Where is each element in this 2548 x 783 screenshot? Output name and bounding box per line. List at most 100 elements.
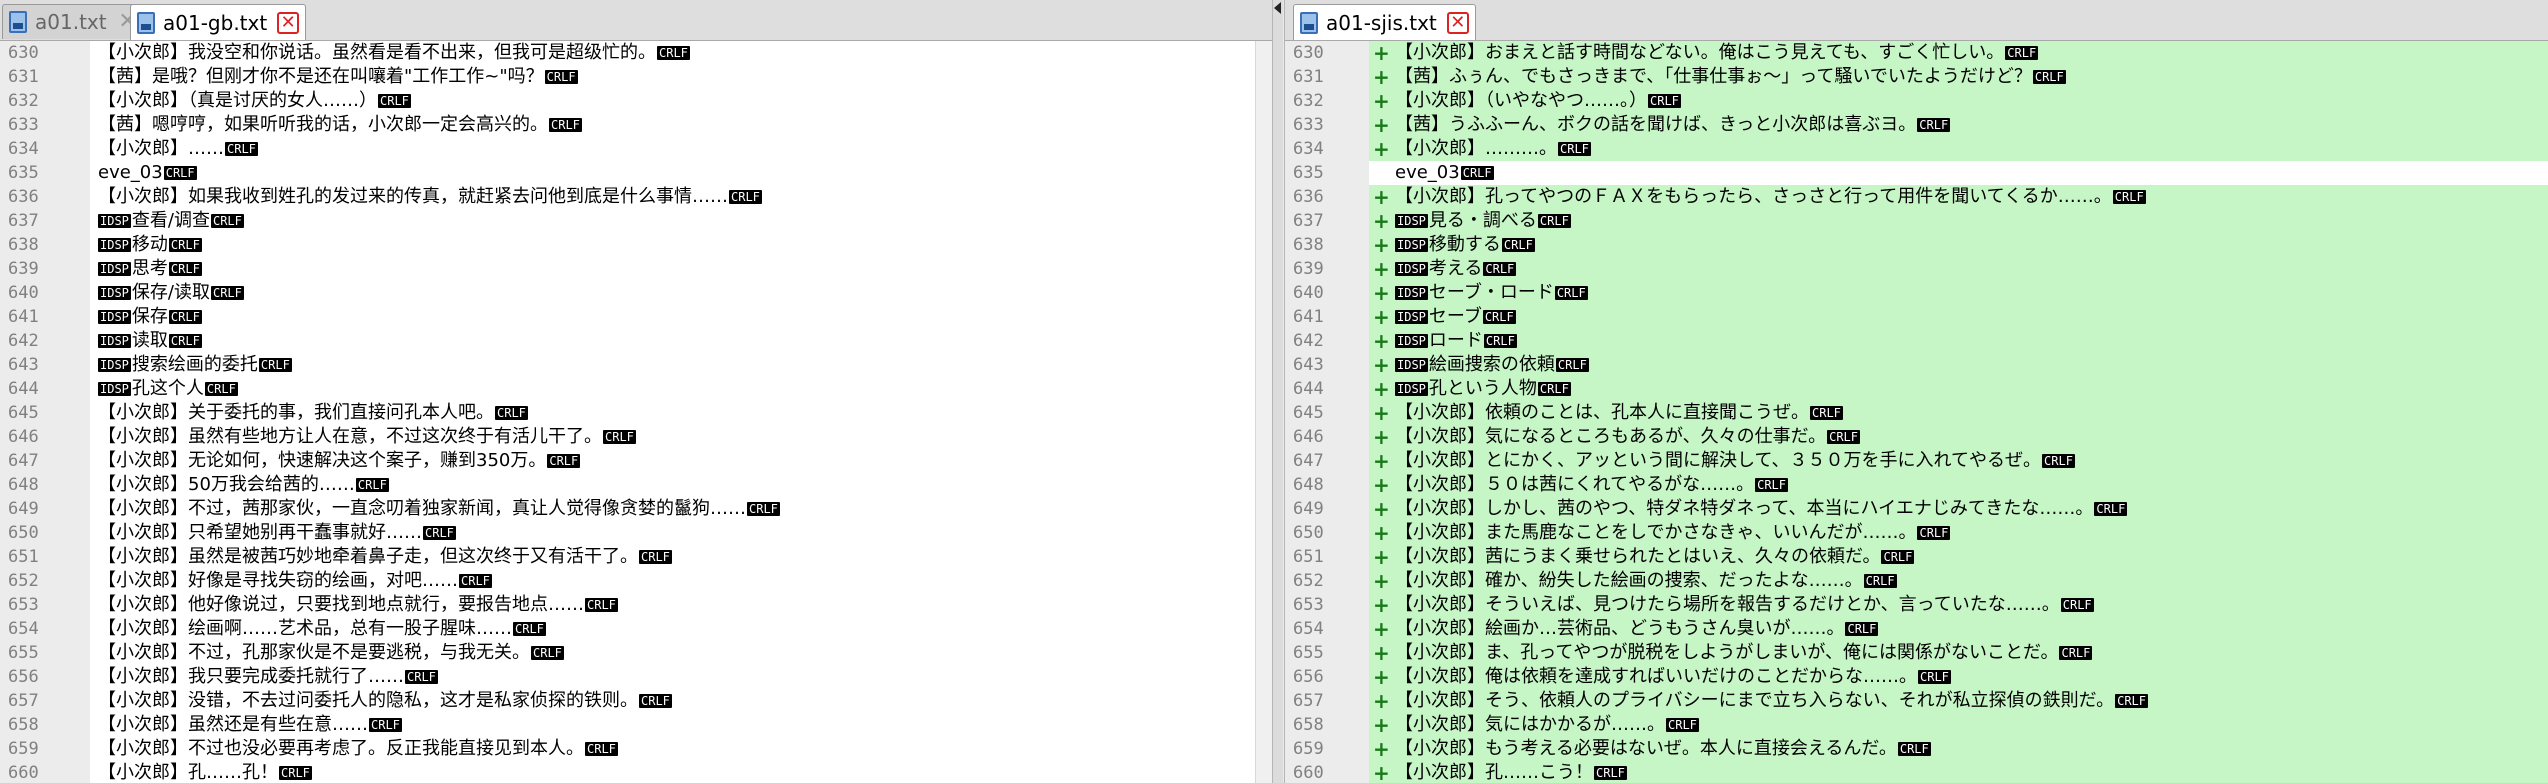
eol-marker: CRLF	[747, 502, 780, 516]
eol-marker: CRLF	[1555, 358, 1589, 372]
text-line: +633 【茜】うふふーん、ボクの話を聞けば、きっと小次郎は喜ぶヨ。 CRLF	[1285, 113, 2548, 137]
left-editor-pane: a01.txt ✕ a01-gb.txt ✕ 630 【小次郎】我没空和你说话。虽…	[0, 0, 1273, 783]
diff-added-icon: +	[1373, 377, 1390, 401]
line-content: 【小次郎】俺は依頼を達成すればいいだけのことだからな……。	[1395, 666, 1917, 687]
diff-added-icon: +	[1373, 497, 1390, 521]
line-number: 638	[8, 235, 39, 255]
diff-added-icon: +	[1373, 569, 1390, 593]
line-content: 【小次郎】虽然有些地方让人在意，不过这次终于有活儿干了。	[98, 426, 602, 447]
eol-marker: CRLF	[495, 406, 528, 420]
line-number: 635	[1293, 163, 1324, 183]
left-vertical-scrollbar[interactable]	[1255, 41, 1272, 783]
line-text: IDSP 見る・調べる CRLF	[1395, 209, 1571, 233]
line-text: 【茜】うふふーん、ボクの話を聞けば、きっと小次郎は喜ぶヨ。 CRLF	[1395, 113, 1951, 137]
left-text-area[interactable]: 630 【小次郎】我没空和你说话。虽然看是看不出来，但我可是超级忙的。 CRLF 63…	[0, 41, 1272, 783]
eol-marker: CRLF	[1917, 526, 1951, 540]
eol-marker: CRLF	[168, 310, 202, 324]
eol-marker: CRLF	[1537, 214, 1571, 228]
diff-added-icon: +	[1373, 425, 1390, 449]
text-line: 630 【小次郎】我没空和你说话。虽然看是看不出来，但我可是超级忙的。 CRLF	[0, 41, 1272, 65]
line-text: IDSP 思考 CRLF	[98, 257, 202, 281]
control-tag: IDSP	[98, 334, 131, 348]
eol-marker: CRLF	[1897, 742, 1931, 756]
line-text: 【小次郎】おまえと話す時間などない。俺はこう見えても、すごく忙しい。 CRLF	[1395, 41, 2039, 65]
line-content: 【小次郎】只希望她别再干蠢事就好……	[98, 522, 422, 543]
line-text: 【小次郎】しかし、茜のやつ、特ダネ特ダネって、本当にハイエナじみてきたな……。 C…	[1395, 497, 2128, 521]
diff-highlight	[1369, 257, 2548, 281]
eol-marker: CRLF	[1810, 406, 1843, 420]
tab-a01-gb-txt[interactable]: a01-gb.txt ✕	[130, 4, 307, 40]
line-number: 648	[1293, 475, 1324, 495]
line-text: 【小次郎】絵画か…芸術品、どうもうさん臭いが……。 CRLF	[1395, 617, 1879, 641]
diff-added-icon: +	[1373, 305, 1390, 329]
line-content: 保存	[131, 306, 168, 327]
text-line: +650 【小次郎】また馬鹿なことをしでかさなきゃ、いいんだが……。 CRLF	[1285, 521, 2548, 545]
text-line: +632 【小次郎】（いやなやつ……。） CRLF	[1285, 89, 2548, 113]
line-number: 642	[1293, 331, 1324, 351]
diff-highlight	[1369, 305, 2548, 329]
line-number: 647	[8, 451, 39, 471]
eol-marker: CRLF	[279, 766, 312, 780]
text-line: +649 【小次郎】しかし、茜のやつ、特ダネ特ダネって、本当にハイエナじみてきたな…	[1285, 497, 2548, 521]
text-line: +653 【小次郎】そういえば、見つけたら場所を報告するだけとか、言っていたな………	[1285, 593, 2548, 617]
right-lines: +630 【小次郎】おまえと話す時間などない。俺はこう見えても、すごく忙しい。 CR…	[1285, 41, 2548, 783]
line-number: 657	[8, 691, 39, 711]
tab-a01-txt[interactable]: a01.txt ✕	[2, 4, 146, 39]
eol-marker: CRLF	[378, 94, 411, 108]
tab-a01-sjis-txt[interactable]: a01-sjis.txt ✕	[1293, 4, 1476, 40]
line-content: 思考	[131, 258, 168, 279]
line-content: 【小次郎】（真是讨厌的女人……）	[98, 90, 377, 111]
text-line: 657 【小次郎】没错，不去过问委托人的隐私，这才是私家侦探的铁则。 CRLF	[0, 689, 1272, 713]
line-number: 651	[1293, 547, 1324, 567]
text-line: +651 【小次郎】茜にうまく乗せられたとはいえ、久々の依頼だ。 CRLF	[1285, 545, 2548, 569]
eol-marker: CRLF	[513, 622, 546, 636]
line-number: 633	[1293, 115, 1324, 135]
line-content: 【小次郎】そう、依頼人のプライバシーにまで立ち入らない、それが私立探偵の鉄則だ。	[1395, 690, 2115, 711]
line-number: 655	[1293, 643, 1324, 663]
text-line: +636 【小次郎】孔ってやつのＦＡＸをもらったら、さっさと行って用件を聞いてくる…	[1285, 185, 2548, 209]
line-content: 【小次郎】おまえと話す時間などない。俺はこう見えても、すごく忙しい。	[1395, 42, 2005, 63]
line-content: 查看/调查	[131, 210, 210, 231]
text-line: 653 【小次郎】他好像说过，只要找到地点就行，要报告地点…… CRLF	[0, 593, 1272, 617]
eol-marker: CRLF	[639, 694, 672, 708]
control-tag: IDSP	[1395, 262, 1428, 276]
line-text: 【小次郎】また馬鹿なことをしでかさなきゃ、いいんだが……。 CRLF	[1395, 521, 1951, 545]
text-line: 637 IDSP 查看/调查 CRLF	[0, 209, 1272, 233]
line-text: 【小次郎】不过，茜那家伙，一直念叨着独家新闻，真让人觉得像贪婪的鬣狗…… CRLF	[98, 497, 780, 521]
pane-splitter[interactable]	[1273, 0, 1283, 783]
text-line: 631 【茜】是哦？但刚才你不是还在叫嚷着"工作工作~"吗？ CRLF	[0, 65, 1272, 89]
line-text: 【茜】ふぅん、でもさっきまで、「仕事仕事ぉ～」って騒いでいたようだけど？ CRLF	[1395, 65, 2066, 89]
line-content: 【小次郎】我只要完成委托就行了……	[98, 666, 404, 687]
text-line: 635 eve_03 CRLF	[0, 161, 1272, 185]
line-number: 631	[1293, 67, 1324, 87]
eol-marker: CRLF	[2005, 46, 2039, 60]
diff-added-icon: +	[1373, 761, 1390, 783]
line-text: 【小次郎】気にはかかるが……。 CRLF	[1395, 713, 1699, 737]
diff-added-icon: +	[1373, 329, 1390, 353]
line-number: 653	[1293, 595, 1324, 615]
line-number: 646	[8, 427, 39, 447]
diff-added-icon: +	[1373, 737, 1390, 761]
right-text-area[interactable]: +630 【小次郎】おまえと話す時間などない。俺はこう見えても、すごく忙しい。 CR…	[1285, 41, 2548, 783]
text-line: +639 IDSP 考える CRLF	[1285, 257, 2548, 281]
text-line: +646 【小次郎】気になるところもあるが、久々の仕事だ。 CRLF	[1285, 425, 2548, 449]
line-content: 【小次郎】50万我会给茜的……	[98, 474, 355, 495]
line-number: 635	[8, 163, 39, 183]
close-icon[interactable]: ✕	[1446, 11, 1469, 34]
line-number: 655	[8, 643, 39, 663]
text-line: 638 IDSP 移动 CRLF	[0, 233, 1272, 257]
line-number: 647	[1293, 451, 1324, 471]
line-content: 【小次郎】虽然还是有些在意……	[98, 714, 368, 735]
arrow-left-icon	[1274, 2, 1281, 14]
line-text: 【小次郎】我没空和你说话。虽然看是看不出来，但我可是超级忙的。 CRLF	[98, 41, 690, 65]
text-line: +642 IDSP ロード CRLF	[1285, 329, 2548, 353]
line-content: 【小次郎】茜にうまく乗せられたとはいえ、久々の依頼だ。	[1395, 546, 1881, 567]
close-icon[interactable]: ✕	[277, 11, 300, 34]
text-line: 647 【小次郎】无论如何，快速解决这个案子，赚到350万。 CRLF	[0, 449, 1272, 473]
control-tag: IDSP	[98, 310, 131, 324]
eol-marker: CRLF	[369, 718, 402, 732]
line-number: 636	[1293, 187, 1324, 207]
text-line: +644 IDSP 孔という人物 CRLF	[1285, 377, 2548, 401]
eol-marker: CRLF	[210, 286, 244, 300]
line-content: 【小次郎】そういえば、見つけたら場所を報告するだけとか、言っていたな……。	[1395, 594, 2060, 615]
